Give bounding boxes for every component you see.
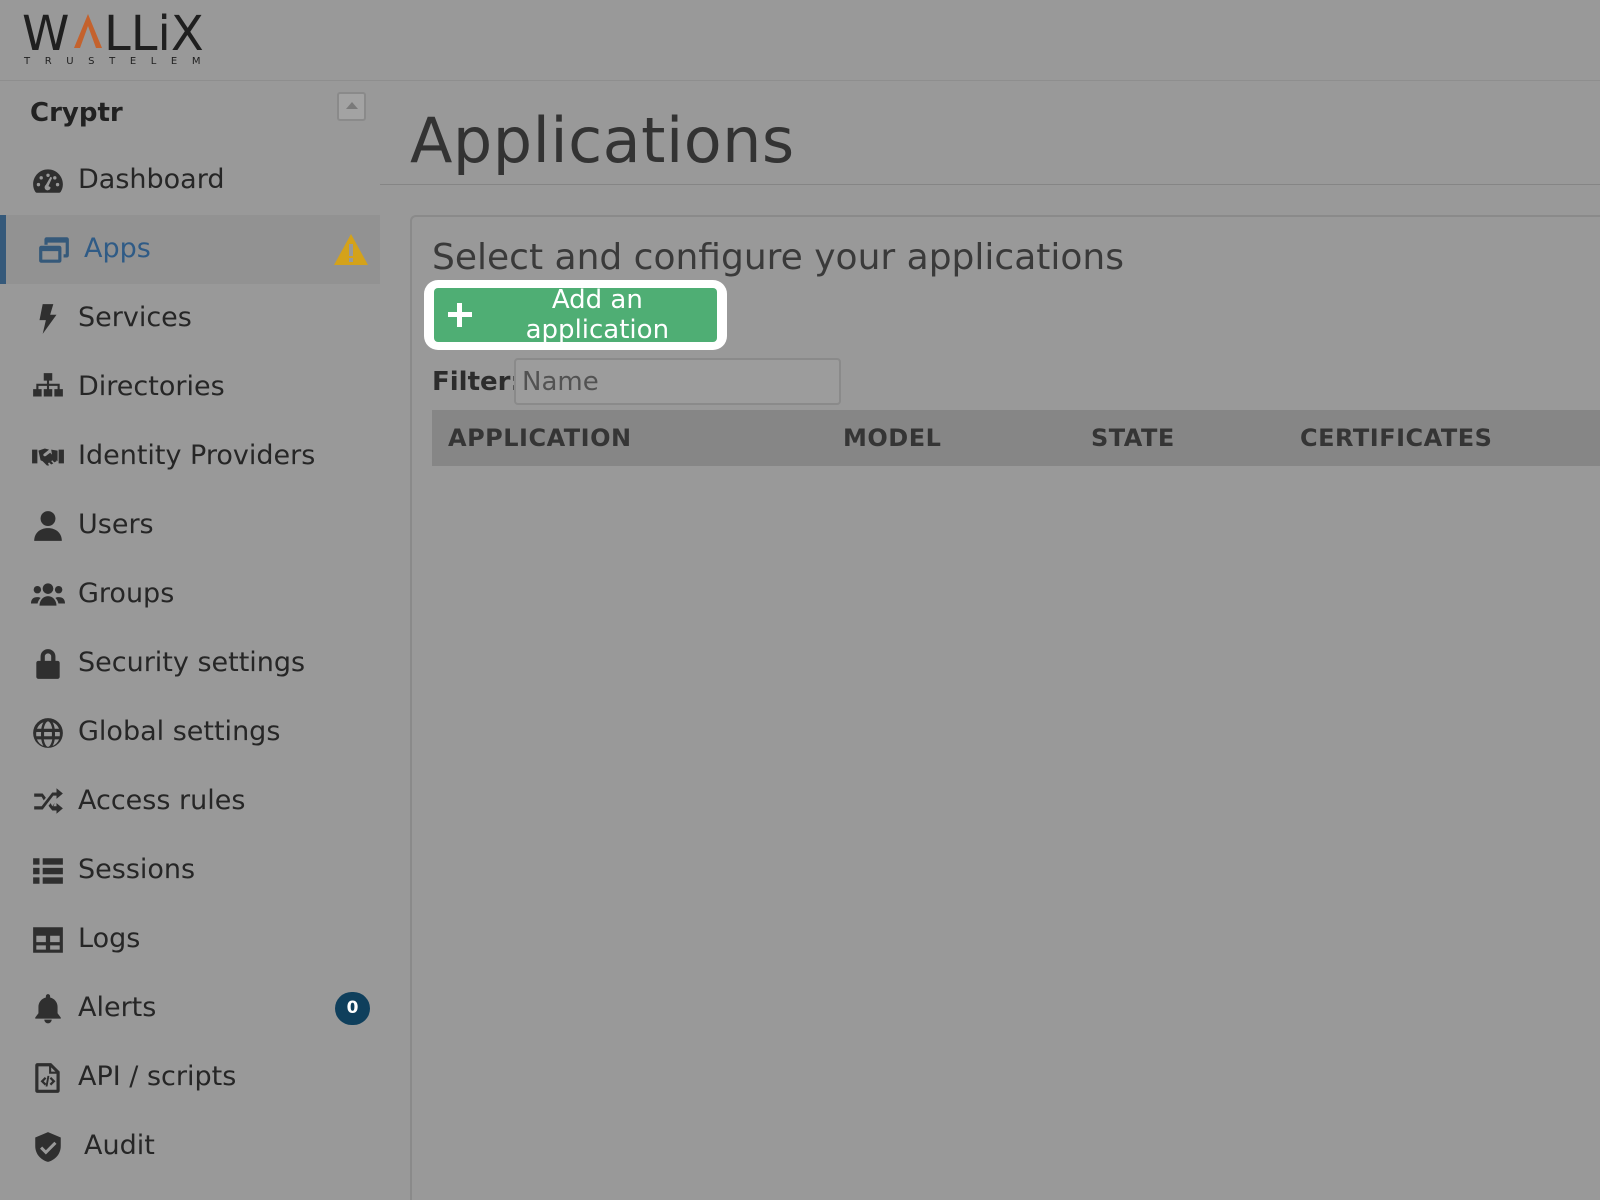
sidebar-item-label: Identity Providers xyxy=(78,440,316,471)
sidebar-item-services[interactable]: Services xyxy=(0,284,380,353)
sidebar-item-groups[interactable]: Groups xyxy=(0,560,380,629)
users-icon xyxy=(30,577,66,613)
applications-table-header: APPLICATION MODEL STATE CERTIFICATES xyxy=(432,410,1600,466)
globe-icon xyxy=(30,715,66,751)
filter-label: Filter: xyxy=(432,367,521,397)
top-bar: W LLiX TRUSTELEM xyxy=(0,0,1600,81)
sidebar-item-label: Access rules xyxy=(78,785,246,816)
add-application-highlight: Add an application xyxy=(424,280,727,350)
sidebar-item-label: Services xyxy=(78,302,192,333)
main-content: Applications Select and configure your a… xyxy=(380,82,1600,1200)
organization-name: Cryptr xyxy=(30,98,123,128)
list-icon xyxy=(30,853,66,889)
add-application-label: Add an application xyxy=(525,285,670,345)
sidebar-item-api-scripts[interactable]: API / scripts xyxy=(0,1043,380,1112)
sidebar-item-users[interactable]: Users xyxy=(0,491,380,560)
sidebar-item-label: Users xyxy=(78,509,154,540)
plus-icon xyxy=(448,303,472,327)
sidebar-item-label: Alerts xyxy=(78,992,157,1023)
warning-icon xyxy=(334,234,368,265)
dashboard-icon xyxy=(30,163,66,199)
sidebar-item-logs[interactable]: Logs xyxy=(0,905,380,974)
sidebar-item-label: Dashboard xyxy=(78,164,225,195)
sidebar-nav: Dashboard Apps Services Directories Iden… xyxy=(0,146,380,1181)
sidebar-item-alerts[interactable]: Alerts 0 xyxy=(0,974,380,1043)
sidebar-item-sessions[interactable]: Sessions xyxy=(0,836,380,905)
handshake-icon xyxy=(30,439,66,475)
add-application-button[interactable]: Add an application xyxy=(434,285,717,345)
sidebar-item-global-settings[interactable]: Global settings xyxy=(0,698,380,767)
column-header-state[interactable]: STATE xyxy=(1091,424,1175,452)
shield-check-icon xyxy=(30,1129,66,1165)
bell-icon xyxy=(30,991,66,1027)
bolt-icon xyxy=(30,301,66,337)
shuffle-icon xyxy=(30,784,66,820)
title-divider xyxy=(380,184,1600,185)
sidebar-item-access-rules[interactable]: Access rules xyxy=(0,767,380,836)
sitemap-icon xyxy=(30,370,66,406)
logo-subtitle: TRUSTELEM xyxy=(24,56,216,67)
sidebar-item-security-settings[interactable]: Security settings xyxy=(0,629,380,698)
sidebar-item-label: Global settings xyxy=(78,716,281,747)
filter-name-input[interactable] xyxy=(514,358,841,405)
table-icon xyxy=(30,922,66,958)
sidebar-item-identity-providers[interactable]: Identity Providers xyxy=(0,422,380,491)
sidebar-item-label: API / scripts xyxy=(78,1061,237,1092)
column-header-application[interactable]: APPLICATION xyxy=(448,424,632,452)
sidebar-item-label: Groups xyxy=(78,578,175,609)
column-header-model[interactable]: MODEL xyxy=(843,424,941,452)
apps-icon xyxy=(36,232,72,268)
collapse-sidebar-button[interactable] xyxy=(337,92,366,121)
applications-panel: Select and configure your applications A… xyxy=(410,215,1600,1200)
logo-accent-mark xyxy=(74,14,102,48)
logo-text-w: W xyxy=(22,6,69,58)
logo-wordmark: W LLiX xyxy=(22,6,204,62)
sidebar-item-label: Directories xyxy=(78,371,225,402)
column-header-certificates[interactable]: CERTIFICATES xyxy=(1300,424,1492,452)
sidebar-item-dashboard[interactable]: Dashboard xyxy=(0,146,380,215)
lock-icon xyxy=(30,646,66,682)
alerts-count-badge: 0 xyxy=(335,992,370,1025)
user-icon xyxy=(30,508,66,544)
sidebar-item-label: Security settings xyxy=(78,647,306,678)
panel-heading: Select and configure your applications xyxy=(432,237,1124,278)
sidebar-item-apps[interactable]: Apps xyxy=(0,215,380,284)
sidebar-item-audit[interactable]: Audit xyxy=(0,1112,380,1181)
sidebar-item-label: Logs xyxy=(78,923,141,954)
sidebar-item-label: Sessions xyxy=(78,854,196,885)
sidebar-item-label: Apps xyxy=(84,233,151,264)
file-code-icon xyxy=(30,1060,66,1096)
sidebar: Cryptr Dashboard Apps Services Directori… xyxy=(0,82,380,1200)
page-title: Applications xyxy=(410,104,795,177)
sidebar-item-label: Audit xyxy=(84,1130,155,1161)
logo-text-llix: LLiX xyxy=(104,6,204,58)
wallix-logo[interactable]: W LLiX TRUSTELEM xyxy=(22,6,212,68)
sidebar-item-directories[interactable]: Directories xyxy=(0,353,380,422)
